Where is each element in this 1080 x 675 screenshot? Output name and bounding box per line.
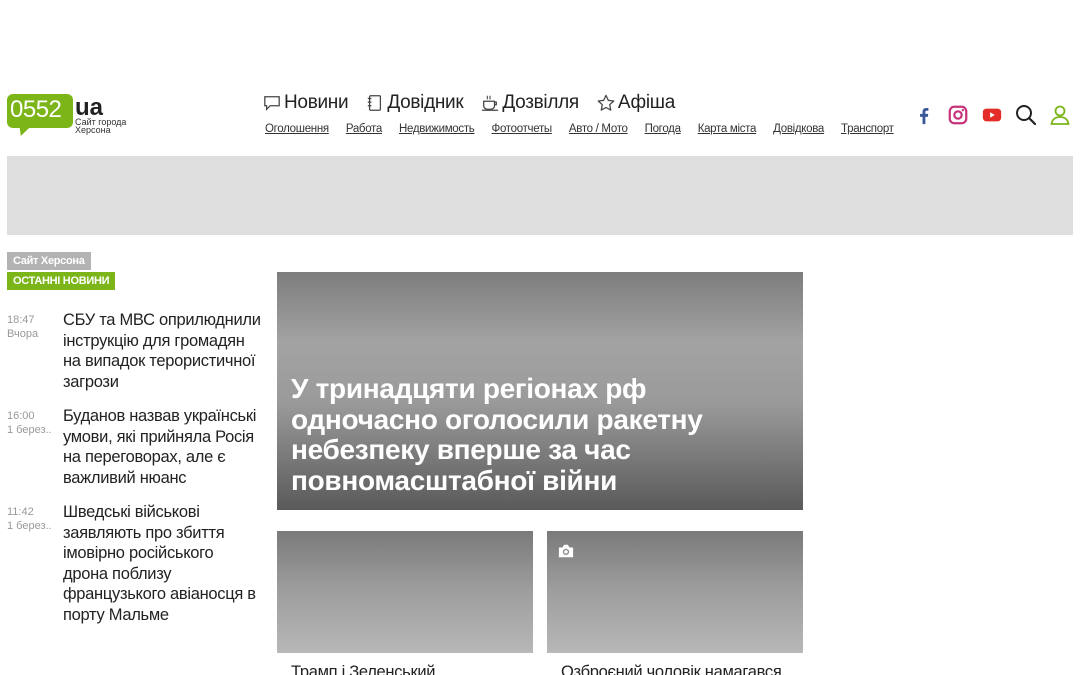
nav-item-events[interactable]: Афіша	[597, 92, 675, 114]
news-time: 11:42	[7, 506, 34, 518]
youtube-icon[interactable]	[980, 103, 1004, 127]
user-icon[interactable]	[1048, 103, 1072, 127]
news-title-link[interactable]: Шведські військові заявляють про збиття …	[63, 502, 262, 625]
list-item: 11:42 1 берез... Шведські військові заяв…	[7, 502, 262, 625]
nav-item-news[interactable]: Новини	[263, 92, 349, 114]
news-title-link[interactable]: СБУ та МВС оприлюднили інструкцію для гр…	[63, 310, 262, 392]
story-card-image[interactable]	[277, 531, 533, 653]
hero-story-title[interactable]: У тринадцяти регіонах рф одночасно оголо…	[291, 373, 783, 496]
facebook-icon[interactable]	[912, 103, 936, 127]
subnav-item-jobs[interactable]: Работа	[346, 123, 382, 135]
main-nav: Новини Довідник Дозвілля Афіша	[263, 92, 675, 114]
nav-item-label: Дозвілля	[502, 92, 579, 113]
subnav-item-realty[interactable]: Недвижимость	[399, 123, 475, 135]
instagram-icon[interactable]	[946, 103, 970, 127]
star-icon	[597, 94, 615, 111]
nav-item-label: Новини	[284, 92, 349, 113]
subnav-item-reference[interactable]: Довідкова	[773, 123, 824, 135]
search-icon[interactable]	[1014, 103, 1038, 127]
subnav-item-photos[interactable]: Фотоотчеты	[492, 123, 553, 135]
story-card-image[interactable]	[547, 531, 803, 653]
list-item: 18:47 Вчора СБУ та МВС оприлюднили інстр…	[7, 310, 262, 392]
chat-icon	[264, 96, 280, 111]
news-time: 18:47	[7, 314, 35, 326]
subnav-item-transport[interactable]: Транспорт	[841, 123, 894, 135]
news-date: 1 берез...	[7, 424, 51, 436]
news-timestamp: 11:42 1 берез...	[7, 502, 63, 625]
sub-nav: Оголошення Работа Недвижимость Фотоотчет…	[265, 123, 894, 135]
news-title-link[interactable]: Буданов назвав українські умови, які при…	[63, 406, 262, 488]
nav-item-label: Афіша	[617, 92, 675, 113]
logo-badge-tail	[14, 124, 34, 136]
news-timestamp: 18:47 Вчора	[7, 310, 63, 392]
subnav-item-auto[interactable]: Авто / Мото	[569, 123, 628, 135]
nav-item-leisure[interactable]: Дозвілля	[481, 92, 579, 114]
story-card-title[interactable]: Озброєний чоловік намагався	[561, 663, 782, 675]
coffee-icon	[482, 95, 499, 111]
header-actions	[912, 103, 1072, 127]
news-date: Вчора	[7, 328, 39, 340]
site-logo[interactable]: 0552 ua Сайт города Херсона	[7, 94, 137, 142]
nav-item-directory[interactable]: Довідник	[366, 92, 464, 114]
ad-banner	[7, 156, 1073, 235]
nav-item-label: Довідник	[387, 92, 464, 113]
story-card-title[interactable]: Трамп і Зеленський	[291, 663, 436, 675]
logo-tagline: Сайт города Херсона	[75, 117, 127, 135]
news-timestamp: 16:00 1 берез...	[7, 406, 63, 488]
news-time: 16:00	[7, 410, 35, 422]
list-item: 16:00 1 берез... Буданов назвав українсь…	[7, 406, 262, 488]
subnav-item-classifieds[interactable]: Оголошення	[265, 123, 329, 135]
notebook-icon	[368, 95, 382, 111]
latest-news-feed: 18:47 Вчора СБУ та МВС оприлюднили інстр…	[7, 310, 262, 639]
logo-number: 0552	[10, 96, 62, 123]
tag-latest-news[interactable]: ОСТАННІ НОВИНИ	[7, 272, 116, 290]
news-date: 1 берез...	[7, 520, 51, 532]
subnav-item-city-map[interactable]: Карта міста	[698, 123, 757, 135]
subnav-item-weather[interactable]: Погода	[645, 123, 681, 135]
tag-site[interactable]: Сайт Херсона	[7, 252, 91, 270]
hero-story[interactable]: У тринадцяти регіонах рф одночасно оголо…	[277, 272, 803, 510]
camera-icon	[558, 544, 574, 558]
